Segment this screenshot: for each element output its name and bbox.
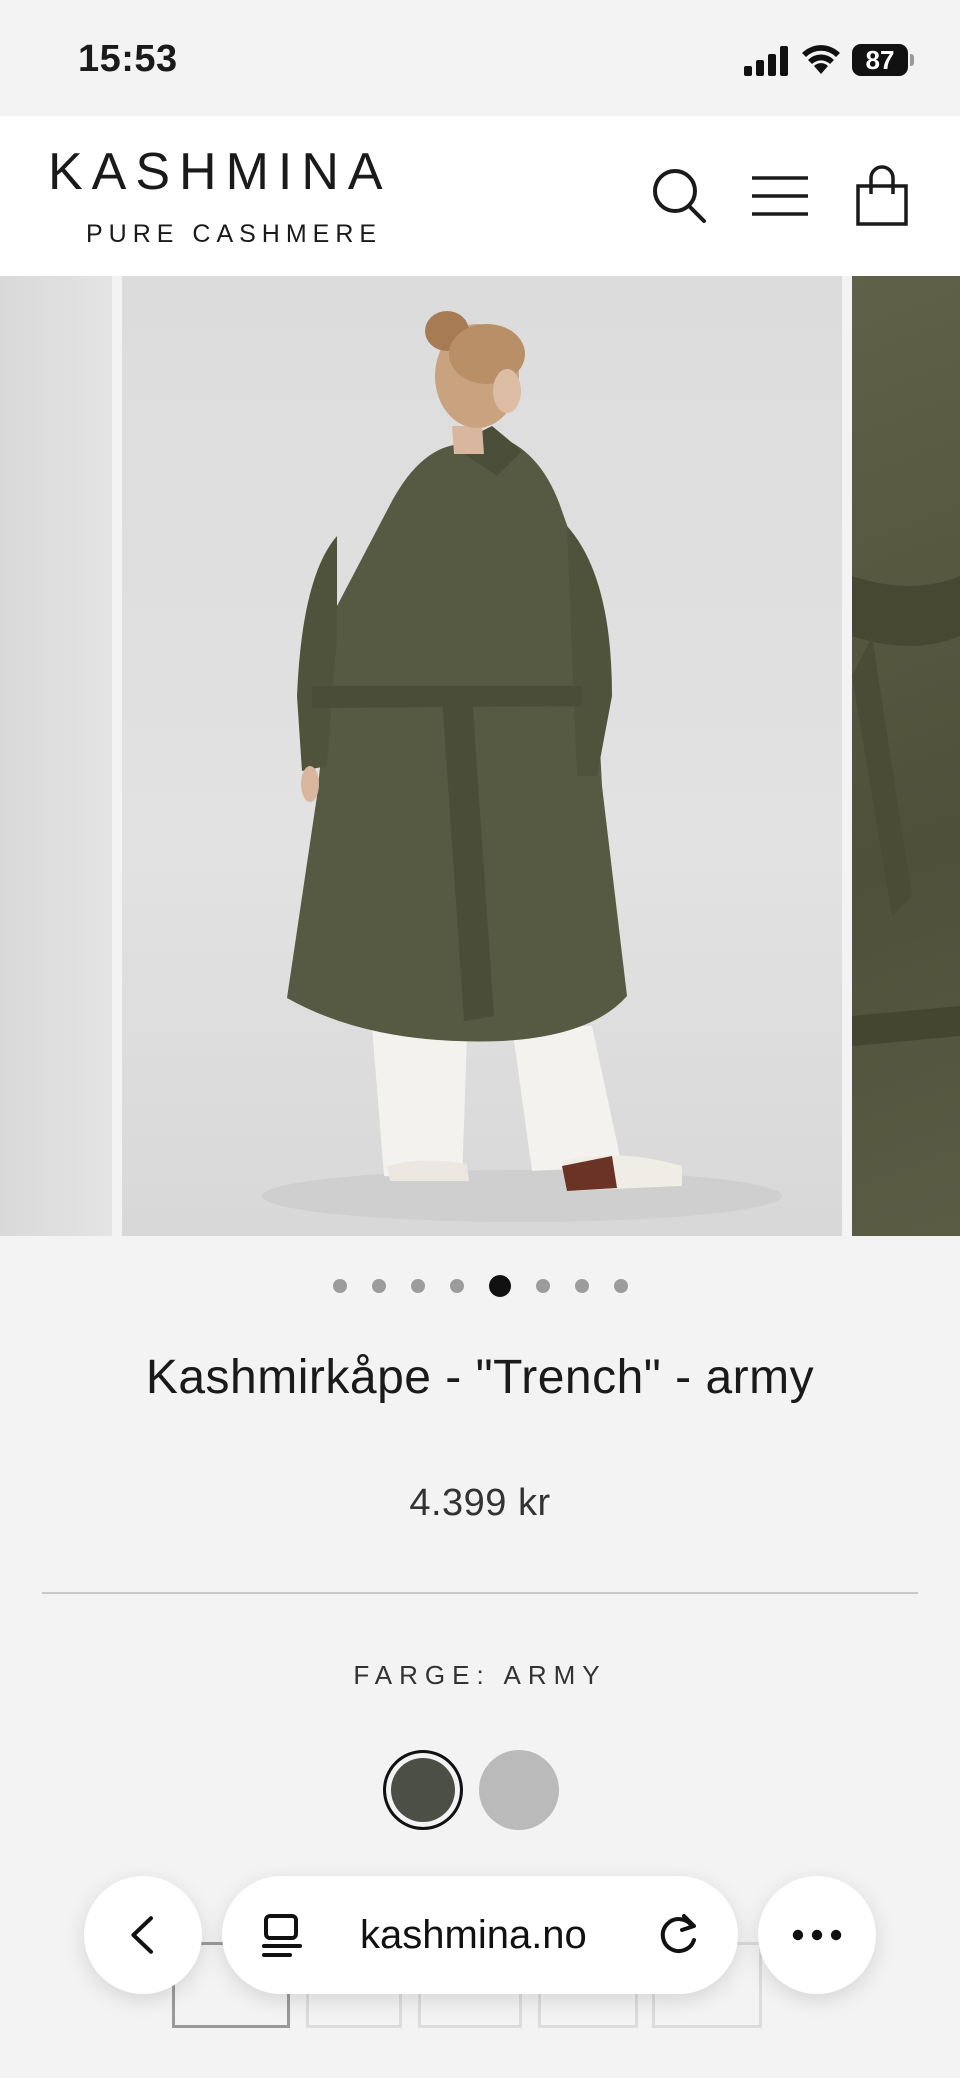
battery-tip: [910, 54, 914, 66]
page: 15:53 87 KASHMINA PURE CASHMERE Kashmirk…: [0, 0, 960, 2078]
logo-tagline: PURE CASHMERE: [86, 220, 383, 248]
browser-address-bar[interactable]: kashmina.no: [222, 1876, 738, 1994]
gallery-image-current[interactable]: [122, 276, 842, 1236]
pagination-dot[interactable]: [613, 1279, 628, 1293]
more-icon: [792, 1929, 842, 1941]
search-icon[interactable]: [648, 164, 712, 228]
product-price: 4.399 kr: [409, 1482, 551, 1524]
site-header: KASHMINA PURE CASHMERE: [0, 116, 960, 276]
product-image-gallery[interactable]: [0, 276, 960, 1236]
gallery-pagination[interactable]: [0, 1274, 960, 1298]
url-text[interactable]: kashmina.no: [360, 1876, 587, 1994]
pagination-dot[interactable]: [371, 1279, 386, 1293]
back-chevron-icon: [131, 1916, 153, 1954]
cellular-signal-icon: [744, 46, 788, 76]
swatch-grey[interactable]: [479, 1750, 559, 1830]
status-bar: 15:53 87: [0, 0, 960, 116]
swatch-army[interactable]: [383, 1750, 463, 1830]
battery-icon: 87: [852, 44, 908, 76]
product-title: Kashmirkåpe - "Trench" - army: [145, 1351, 815, 1404]
wifi-icon: [800, 42, 842, 76]
pagination-dot[interactable]: [332, 1279, 347, 1293]
reader-icon[interactable]: [258, 1910, 308, 1960]
pagination-dot[interactable]: [410, 1279, 425, 1293]
browser-back-button[interactable]: [84, 1876, 202, 1994]
color-label: FARGE: ARMY: [353, 1660, 607, 1690]
gallery-image-previous[interactable]: [0, 276, 112, 1236]
coat-photo-illustration: [262, 311, 782, 1222]
reload-icon[interactable]: [654, 1910, 704, 1960]
browser-more-button[interactable]: [758, 1876, 876, 1994]
logo-wordmark[interactable]: KASHMINA: [48, 142, 392, 202]
pagination-dot[interactable]: [535, 1279, 550, 1293]
divider: [42, 1592, 918, 1594]
gallery-image-next[interactable]: [852, 276, 960, 1236]
pagination-dot[interactable]: [449, 1279, 464, 1293]
status-time: 15:53: [78, 38, 178, 80]
pagination-dot[interactable]: [574, 1279, 589, 1293]
fabric-detail-illustration: [852, 576, 960, 1046]
cart-bag-icon[interactable]: [850, 164, 914, 228]
menu-icon[interactable]: [748, 164, 812, 228]
pagination-dot-active[interactable]: [488, 1275, 511, 1297]
